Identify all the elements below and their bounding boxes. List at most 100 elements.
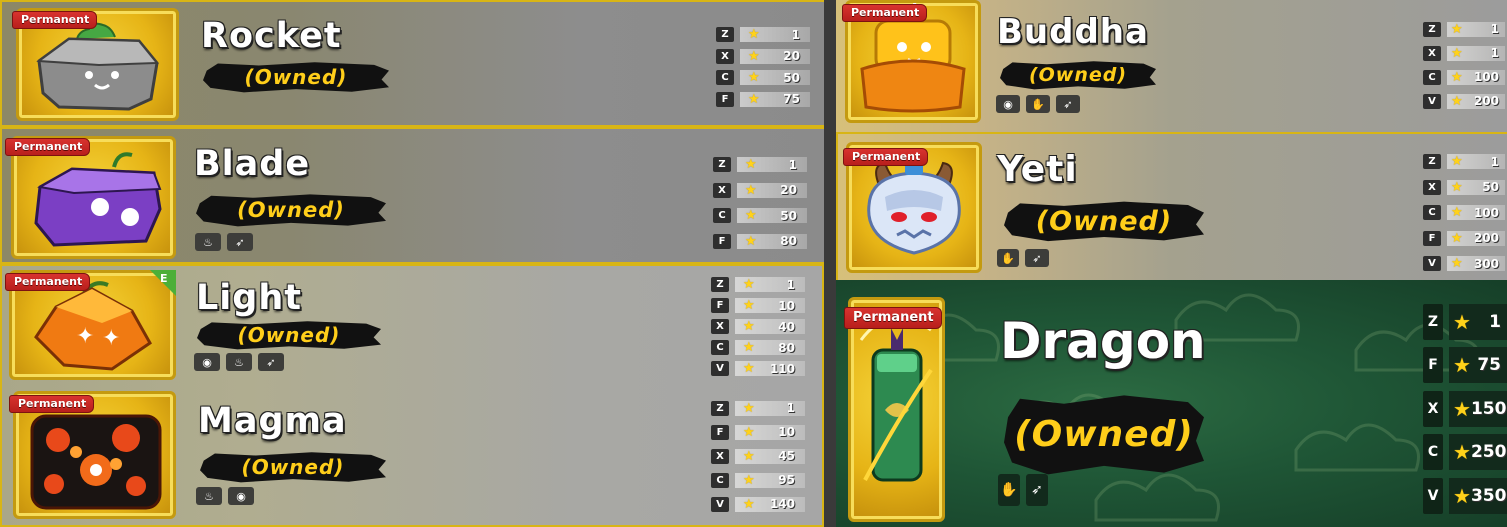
level-value: 80 xyxy=(780,234,797,249)
star-icon: ★ xyxy=(1451,69,1463,85)
blade-fruit-icon xyxy=(34,152,162,247)
key-label: X xyxy=(713,182,731,198)
star-icon: ★ xyxy=(743,361,755,376)
level-value: 1 xyxy=(788,157,797,172)
level-value: 250 xyxy=(1470,442,1507,463)
stat-row: F ★ 200 xyxy=(1423,226,1505,252)
stat-row: F ★ 80 xyxy=(713,229,807,255)
stat-row: Z ★ 1 xyxy=(1423,17,1505,41)
permanent-badge: Permanent xyxy=(842,4,928,22)
stat-row: X ★ 40 xyxy=(711,316,805,337)
fruit-card-blade[interactable]: Permanent Blade (Owned) ♨ ➶ Z ★ 1 X ★ 20 C ★ 5… xyxy=(0,127,826,264)
wind-icon: ➶ xyxy=(258,353,284,371)
level-value: 1 xyxy=(786,277,795,292)
level-value: 80 xyxy=(778,340,795,355)
svg-text:✦: ✦ xyxy=(76,324,94,349)
star-icon: ★ xyxy=(1451,179,1463,195)
star-icon: ★ xyxy=(745,233,757,249)
key-label: V xyxy=(1423,477,1443,514)
owned-label: (Owned) xyxy=(1000,61,1156,90)
key-label: C xyxy=(711,340,729,355)
stat-row: V ★ 200 xyxy=(1423,89,1505,113)
stat-row: Z ★ 1 xyxy=(1423,300,1507,344)
key-label: F xyxy=(711,424,729,440)
level-value: 10 xyxy=(778,425,795,439)
level-value: 1 xyxy=(786,401,795,415)
star-icon: ★ xyxy=(743,448,755,464)
key-label: V xyxy=(711,361,729,376)
stat-row: V ★ 110 xyxy=(711,358,805,379)
eye-icon: ◉ xyxy=(228,487,254,505)
key-label: C xyxy=(1423,69,1441,85)
key-label: F xyxy=(711,298,729,313)
fruit-card-light[interactable]: ✦ ✦ E Permanent Light (Owned) ◉ ♨ ➶ Z ★ 1 … xyxy=(0,264,822,386)
fruit-name: Buddha xyxy=(997,12,1149,52)
fruit-card-rocket[interactable]: Permanent Rocket (Owned) Z ★ 1 X ★ 20 C ★ 50 F… xyxy=(0,0,828,127)
star-icon: ★ xyxy=(743,400,755,416)
stat-row: Z ★ 1 xyxy=(1423,149,1505,175)
key-label: Z xyxy=(711,400,729,416)
owned-label: (Owned) xyxy=(1004,201,1204,242)
star-icon: ★ xyxy=(748,70,760,86)
permanent-badge: Permanent xyxy=(12,11,98,29)
permanent-badge: Permanent xyxy=(843,148,929,166)
stat-row: C ★ 250 xyxy=(1423,431,1507,475)
ability-stats: Z ★ 1 F ★ 10 X ★ 45 C ★ 95 V ★ 140 xyxy=(711,396,805,516)
stat-row: X ★ 20 xyxy=(713,178,807,204)
stat-row: V ★ 300 xyxy=(1423,251,1505,277)
stat-row: Z ★ 1 xyxy=(713,152,807,178)
level-value: 1 xyxy=(791,27,800,42)
claw-icon: ✋ xyxy=(998,474,1020,506)
svg-text:✦: ✦ xyxy=(102,326,120,351)
star-icon: ★ xyxy=(1451,45,1463,61)
level-value: 1 xyxy=(1490,154,1499,169)
fire-icon: ♨ xyxy=(195,233,221,251)
permanent-badge: Permanent xyxy=(5,138,91,156)
star-icon: ★ xyxy=(745,182,757,198)
star-icon: ★ xyxy=(1451,154,1463,170)
stat-row: F ★ 75 xyxy=(1423,344,1507,388)
stat-row: V ★ 350 xyxy=(1423,474,1507,518)
stat-row: Z ★ 1 xyxy=(711,274,805,295)
key-label: Z xyxy=(1423,154,1441,170)
key-label: C xyxy=(1423,434,1443,471)
stat-row: C ★ 100 xyxy=(1423,200,1505,226)
star-icon: ★ xyxy=(1451,93,1463,109)
key-label: X xyxy=(716,48,734,64)
fire-icon: ♨ xyxy=(196,487,222,505)
fruit-card-yeti[interactable]: Permanent Yeti (Owned) ✋ ➶ Z ★ 1 X ★ 50 C ★ 10… xyxy=(836,132,1507,280)
level-value: 140 xyxy=(769,497,795,511)
star-icon: ★ xyxy=(743,472,755,488)
key-label: F xyxy=(1423,230,1441,246)
level-value: 45 xyxy=(778,449,795,463)
fruit-card-magma[interactable]: Permanent Magma (Owned) ♨ ◉ Z ★ 1 F ★ 10 X ★ 4… xyxy=(0,386,822,527)
fruit-name: Dragon xyxy=(1000,312,1206,370)
owned-label: (Owned) xyxy=(200,452,386,483)
stat-row: C ★ 50 xyxy=(713,203,807,229)
star-icon: ★ xyxy=(1451,256,1463,272)
fruit-name: Magma xyxy=(198,401,347,441)
level-value: 1 xyxy=(1490,22,1499,36)
fire-icon: ♨ xyxy=(226,353,252,371)
fruit-card-buddha[interactable]: Permanent Buddha (Owned) ◉ ✋ ➶ Z ★ 1 X ★ 1 C… xyxy=(836,0,1507,132)
key-label: F xyxy=(1423,347,1443,384)
key-label: C xyxy=(711,472,729,488)
fruit-card-dragon[interactable]: Permanent Dragon (Owned) ✋ ➶ Z ★ 1 F ★ 75 X ★… xyxy=(836,280,1507,527)
star-icon: ★ xyxy=(745,208,757,224)
level-value: 50 xyxy=(1482,180,1499,195)
key-label: C xyxy=(713,208,731,224)
level-value: 20 xyxy=(780,183,797,198)
wind-icon: ➶ xyxy=(1025,249,1049,267)
stat-row: X ★ 20 xyxy=(716,46,810,68)
key-label: V xyxy=(1423,93,1441,109)
level-value: 100 xyxy=(1473,70,1499,84)
stat-row: X ★ 1 xyxy=(1423,41,1505,65)
stat-row: V ★ 140 xyxy=(711,492,805,516)
star-icon: ★ xyxy=(1453,396,1471,421)
wind-icon: ➶ xyxy=(1056,95,1080,113)
stat-row: C ★ 100 xyxy=(1423,65,1505,89)
star-icon: ★ xyxy=(743,277,755,292)
star-icon: ★ xyxy=(1451,21,1463,37)
stat-row: C ★ 80 xyxy=(711,337,805,358)
ability-stats: Z ★ 1 X ★ 50 C ★ 100 F ★ 200 V ★ 300 xyxy=(1423,149,1505,277)
